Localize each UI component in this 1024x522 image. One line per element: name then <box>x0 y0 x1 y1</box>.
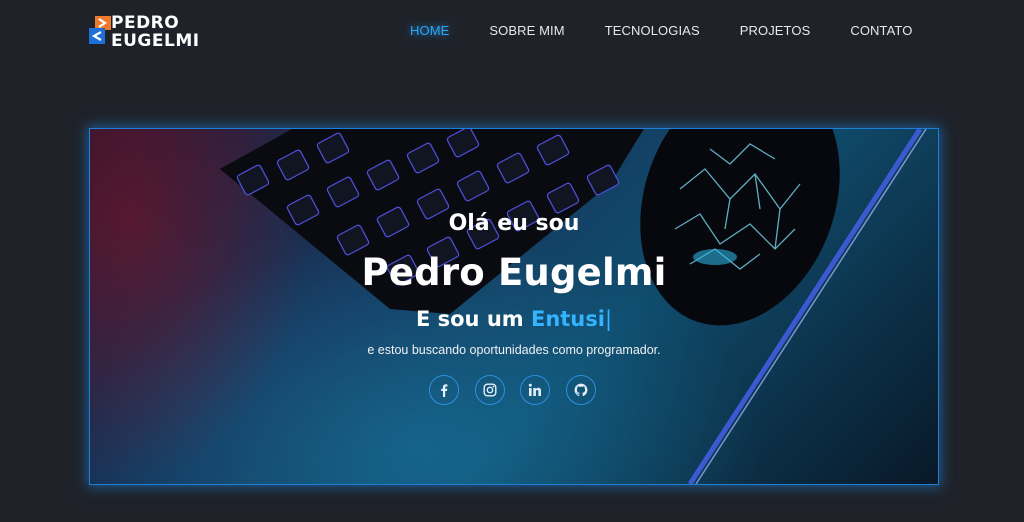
nav-tecnologias[interactable]: TECNOLOGIAS <box>605 22 700 40</box>
hero-role: E sou um Entusi| <box>90 307 938 331</box>
hero-greeting: Olá eu sou <box>448 211 580 236</box>
logo[interactable]: PEDRO EUGELMI <box>89 14 209 54</box>
nav-sobre-mim[interactable]: SOBRE MIM <box>489 22 564 40</box>
logo-line-1: PEDRO <box>111 13 180 33</box>
instagram-icon <box>483 383 497 397</box>
role-typed-text: Entusi <box>530 307 605 331</box>
logo-text: PEDRO EUGELMI <box>111 14 200 50</box>
linkedin-icon <box>528 383 541 396</box>
hero-name: Pedro Eugelmi <box>361 251 667 294</box>
nav-projetos[interactable]: PROJETOS <box>740 22 811 40</box>
facebook-icon <box>441 384 448 397</box>
role-prefix: E sou um <box>415 307 524 331</box>
github-icon <box>574 383 588 397</box>
main-nav: HOME SOBRE MIM TECNOLOGIAS PROJETOS CONT… <box>410 22 952 40</box>
hero-description: e estou buscando oportunidades como prog… <box>367 343 661 357</box>
nav-home[interactable]: HOME <box>410 22 449 40</box>
site-header: PEDRO EUGELMI HOME SOBRE MIM TECNOLOGIAS… <box>0 0 1024 70</box>
code-brackets-icon <box>89 16 111 44</box>
logo-line-2: EUGELMI <box>111 31 200 51</box>
facebook-link[interactable] <box>429 375 459 405</box>
nav-contato[interactable]: CONTATO <box>850 22 912 40</box>
hero-content: Olá eu sou Pedro Eugelmi E sou um Entusi… <box>90 129 938 484</box>
social-links <box>429 375 601 407</box>
github-link[interactable] <box>566 375 596 405</box>
typing-cursor: | <box>604 307 613 331</box>
linkedin-link[interactable] <box>520 375 550 405</box>
hero-banner: Olá eu sou Pedro Eugelmi E sou um Entusi… <box>89 128 939 485</box>
instagram-link[interactable] <box>475 375 505 405</box>
